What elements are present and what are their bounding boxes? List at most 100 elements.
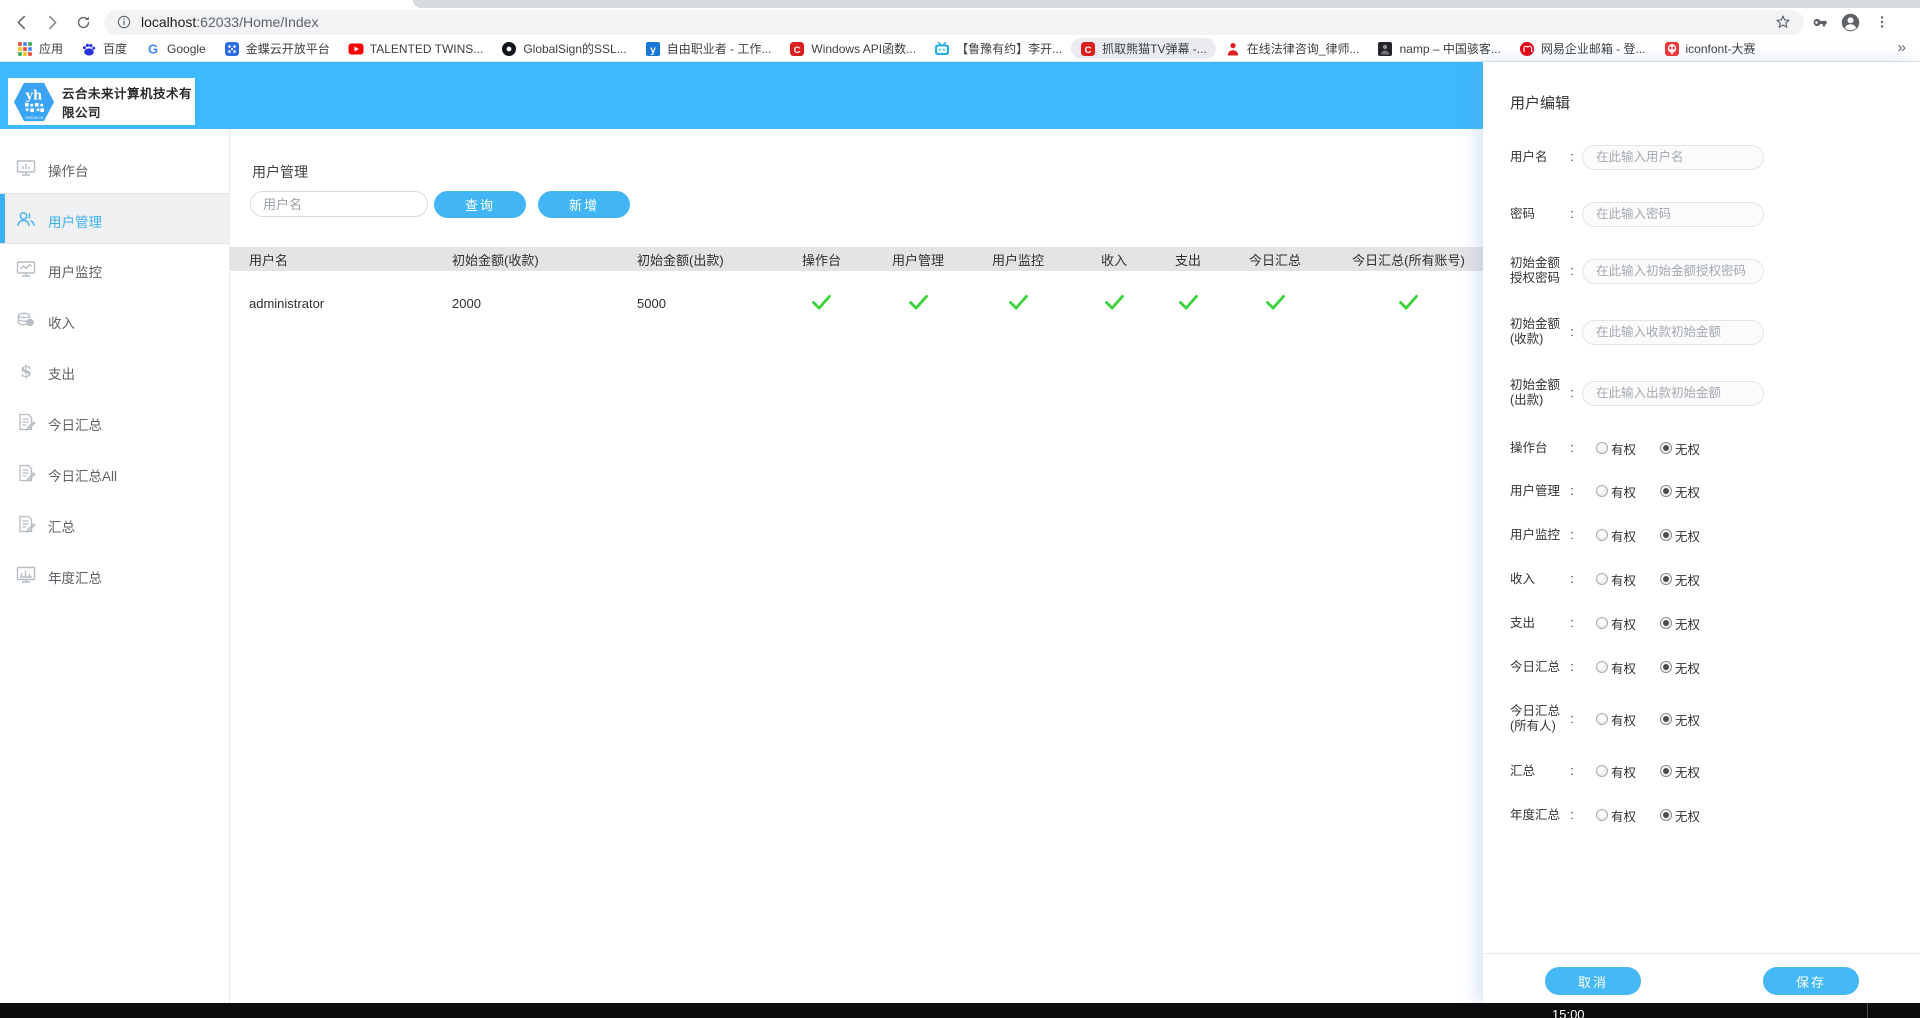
table-row[interactable]: administrator20005000 — [230, 271, 1483, 335]
save-button[interactable]: 保存 — [1763, 967, 1859, 995]
sidebar-item-6[interactable]: 今日汇总 — [0, 397, 229, 447]
key-icon[interactable] — [1804, 9, 1835, 35]
bookmark-label: 抓取熊猫TV弹幕 -... — [1102, 40, 1207, 57]
bookmark-item[interactable]: TALENTED TWINS... — [339, 38, 493, 59]
init-amount-receive-input[interactable] — [1582, 320, 1764, 345]
user-manage-granted-radio[interactable] — [1596, 485, 1608, 497]
url-path: :62033/Home/Index — [196, 14, 318, 30]
field-row-init-auth-password: 初始金额授权密码: — [1510, 258, 1764, 284]
bookmark-item[interactable]: GGoogle — [136, 38, 215, 59]
user-monitor-granted-radio[interactable] — [1596, 529, 1608, 541]
username-input[interactable] — [1582, 145, 1764, 170]
query-button[interactable]: 查询 — [434, 191, 526, 218]
bookmark-label: 在线法律咨询_律师... — [1247, 40, 1360, 57]
browser-tab-strip — [0, 0, 1920, 8]
bookmarks-overflow-chevron[interactable]: » — [1898, 39, 1906, 56]
apps-grid-icon — [17, 41, 33, 57]
user-monitor-denied-radio[interactable] — [1660, 529, 1672, 541]
income-denied-radio[interactable] — [1660, 573, 1672, 585]
bookmark-item[interactable]: CWindows API函数... — [780, 38, 925, 59]
doc-edit-icon — [15, 462, 37, 484]
bookmark-item[interactable]: 在线法律咨询_律师... — [1216, 38, 1369, 59]
sidebar-item-3[interactable]: 用户监控 — [0, 244, 229, 294]
expense-denied-radio[interactable] — [1660, 617, 1672, 629]
annual-summary-denied-radio[interactable] — [1660, 809, 1672, 821]
sidebar-item-4[interactable]: 收入 — [0, 295, 229, 345]
users-icon — [15, 208, 37, 230]
bookmark-item[interactable]: 应用 — [8, 38, 72, 59]
bookmark-label: 自由职业者 - 工作... — [667, 40, 772, 57]
page-info-icon[interactable] — [116, 14, 132, 30]
bookmark-item[interactable]: 网易企业邮箱 - 登... — [1510, 38, 1655, 59]
sidebar-item-9[interactable]: 年度汇总 — [0, 550, 229, 600]
radio-option-label: 无权 — [1675, 570, 1700, 589]
svg-text:C: C — [794, 44, 801, 55]
radio-option-label: 无权 — [1675, 526, 1700, 545]
bookmark-item[interactable]: y自由职业者 - 工作... — [636, 38, 781, 59]
bookmark-item[interactable]: 金蝶云开放平台 — [215, 38, 339, 59]
bookmark-item[interactable]: GlobalSign的SSL... — [492, 38, 635, 59]
income-granted-radio[interactable] — [1596, 573, 1608, 585]
bookmark-item[interactable]: C抓取熊猫TV弹幕 -... — [1071, 38, 1216, 59]
bookmark-item[interactable]: 【鲁豫有约】李开... — [925, 38, 1071, 59]
permission-label-line1: 收入 — [1510, 572, 1562, 587]
row-amount: 2000 — [433, 296, 618, 311]
today-summary-denied-radio[interactable] — [1660, 661, 1672, 673]
init-auth-password-input[interactable] — [1582, 259, 1764, 284]
sidebar-item-1[interactable]: 操作台 — [0, 143, 229, 193]
permission-row-annual-summary: 年度汇总:有权无权 — [1510, 806, 1700, 824]
bookmark-label: 【鲁豫有约】李开... — [956, 40, 1062, 57]
field-label-line2: 授权密码 — [1510, 271, 1562, 286]
colon: : — [1562, 325, 1582, 339]
forward-icon[interactable] — [37, 9, 68, 35]
main-content: 用户管理 查询 新增 用户名初始金额(收款)初始金额(出款)操作台用户管理用户监… — [230, 129, 1483, 1003]
field-label-line1: 密码 — [1510, 207, 1562, 222]
annual-summary-granted-radio[interactable] — [1596, 809, 1608, 821]
menu-dots-icon[interactable] — [1866, 9, 1897, 35]
radio-option-label: 有权 — [1611, 526, 1636, 545]
sidebar-item-2[interactable]: 用户管理 — [0, 193, 229, 244]
address-bar[interactable]: localhost:62033/Home/Index — [104, 10, 1804, 35]
init-amount-pay-input[interactable] — [1582, 381, 1764, 406]
summary-granted-radio[interactable] — [1596, 765, 1608, 777]
console-denied-radio[interactable] — [1660, 442, 1672, 454]
monitor-pulse-icon — [15, 258, 37, 280]
password-input[interactable] — [1582, 202, 1764, 227]
check-icon — [1265, 294, 1286, 313]
bookmark-item[interactable]: iconfont-大赛 — [1655, 38, 1765, 59]
cancel-button[interactable]: 取消 — [1545, 967, 1641, 995]
user-manage-denied-radio[interactable] — [1660, 485, 1672, 497]
bookmark-star-icon[interactable] — [1774, 13, 1792, 31]
today-summary-granted-radio[interactable] — [1596, 661, 1608, 673]
expense-granted-radio[interactable] — [1596, 617, 1608, 629]
back-icon[interactable] — [6, 9, 37, 35]
console-granted-radio[interactable] — [1596, 442, 1608, 454]
radio-option-label: 有权 — [1611, 482, 1636, 501]
row-username: administrator — [230, 296, 433, 311]
username-search-input[interactable] — [250, 191, 428, 217]
radio-option-label: 有权 — [1611, 762, 1636, 781]
colon: : — [1562, 150, 1582, 164]
add-button[interactable]: 新增 — [538, 191, 630, 218]
sidebar-item-8[interactable]: 汇总 — [0, 499, 229, 549]
csdn-icon: C — [789, 41, 805, 57]
bookmark-item[interactable]: 百度 — [72, 38, 136, 59]
kingdee-icon — [224, 41, 240, 57]
taskbar-clock[interactable]: 15:00 — [1552, 1007, 1585, 1018]
reload-icon[interactable] — [68, 9, 99, 35]
sidebar-item-label: 用户管理 — [48, 211, 102, 231]
today-summary-all-denied-radio[interactable] — [1660, 713, 1672, 725]
sidebar-item-label: 今日汇总All — [48, 465, 117, 485]
profile-avatar-icon[interactable] — [1835, 9, 1866, 35]
logo-hexagon-icon: yhYHOON.CN — [13, 82, 55, 122]
row-permission-cell — [1334, 294, 1483, 313]
today-summary-all-granted-radio[interactable] — [1596, 713, 1608, 725]
drawer-footer-divider — [1483, 953, 1920, 954]
sidebar-item-5[interactable]: $支出 — [0, 346, 229, 396]
row-permission-cell — [1160, 294, 1216, 313]
bookmark-item[interactable]: namp – 中国骇客... — [1368, 38, 1509, 59]
column-header: 用户名 — [230, 250, 433, 269]
summary-denied-radio[interactable] — [1660, 765, 1672, 777]
sidebar-item-7[interactable]: 今日汇总All — [0, 448, 229, 498]
permission-label-line1: 用户管理 — [1510, 484, 1562, 499]
